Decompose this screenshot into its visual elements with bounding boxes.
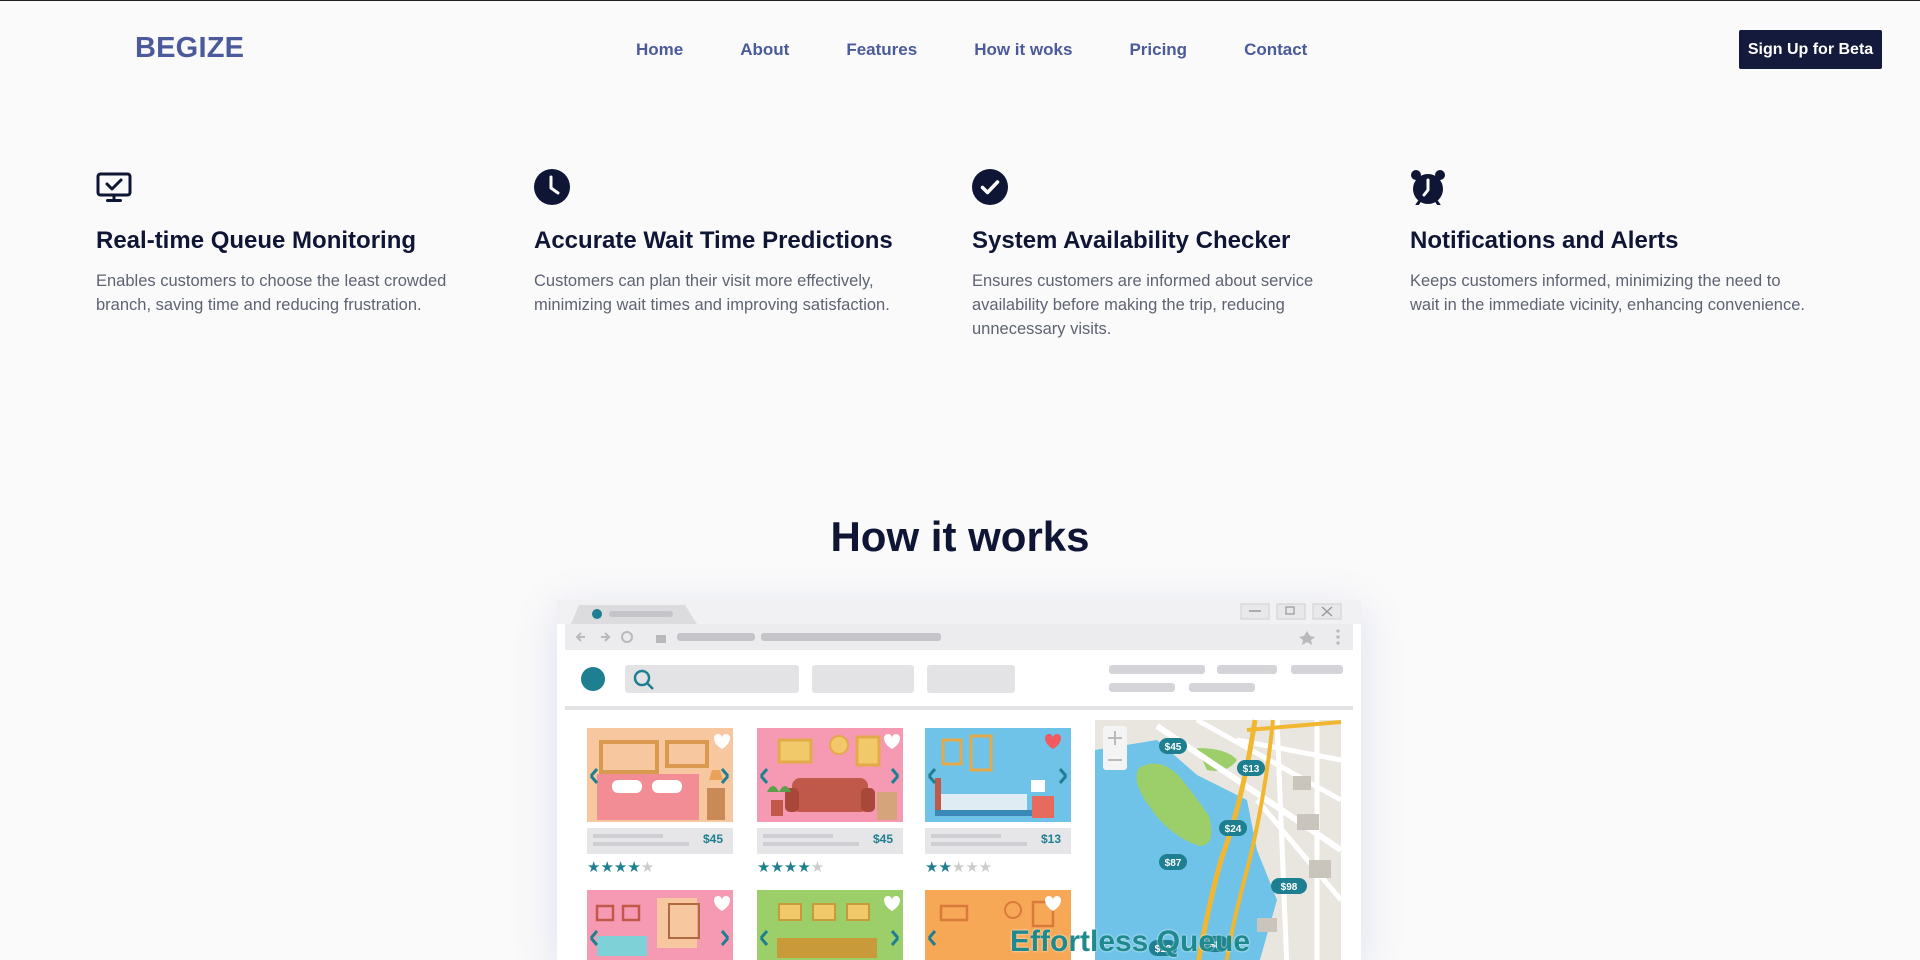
brand-logo[interactable]: BEGIZE xyxy=(135,32,244,65)
monitor-check-icon xyxy=(96,172,132,202)
feature-card-queue-monitoring: Real-time Queue Monitoring Enables custo… xyxy=(96,169,496,317)
app-preview-illustration: $45 ★★★★★ $45 ★★★★★ $13 ★★★★★ $45 $13 $2… xyxy=(557,600,1361,960)
nav-link-features[interactable]: Features xyxy=(846,40,917,60)
svg-text:$87: $87 xyxy=(1165,858,1182,869)
svg-text:★★★★★: ★★★★★ xyxy=(925,858,992,876)
clock-icon xyxy=(534,169,570,205)
svg-text:$45: $45 xyxy=(873,832,893,846)
nav-link-how-it-works[interactable]: How it woks xyxy=(974,40,1072,60)
svg-text:★★★★★: ★★★★★ xyxy=(587,858,654,876)
feature-title: Accurate Wait Time Predictions xyxy=(534,227,893,254)
feature-card-wait-time: Accurate Wait Time Predictions Customers… xyxy=(534,169,934,317)
check-circle-icon xyxy=(972,169,1008,205)
svg-text:$13: $13 xyxy=(1243,764,1260,775)
svg-text:$45: $45 xyxy=(1165,742,1182,753)
svg-text:$24: $24 xyxy=(1225,824,1242,835)
svg-text:$13: $13 xyxy=(1041,832,1061,846)
svg-text:★★★★★: ★★★★★ xyxy=(757,858,824,876)
feature-desc: Customers can plan their visit more effe… xyxy=(534,272,890,314)
top-nav: BEGIZE Home About Features How it woks P… xyxy=(0,1,1920,99)
feature-desc: Ensures customers are informed about ser… xyxy=(972,272,1314,338)
how-it-works-overlay-caption: Effortless Queue xyxy=(1010,925,1251,958)
browser-mockup-illustration: $45 ★★★★★ $45 ★★★★★ $13 ★★★★★ $45 $13 $2… xyxy=(557,600,1361,960)
svg-text:$98: $98 xyxy=(1281,882,1298,893)
how-it-works-heading: How it works xyxy=(830,513,1090,560)
features-section: Real-time Queue Monitoring Enables custo… xyxy=(96,169,1856,349)
feature-card-notifications: Notifications and Alerts Keeps customers… xyxy=(1410,169,1810,317)
feature-title: Real-time Queue Monitoring xyxy=(96,227,417,254)
feature-desc: Enables customers to choose the least cr… xyxy=(96,272,447,314)
feature-card-availability: System Availability Checker Ensures cust… xyxy=(972,169,1372,341)
alarm-clock-icon xyxy=(1411,170,1445,205)
main-menu: Home About Features How it woks Pricing … xyxy=(636,40,1307,60)
feature-desc: Keeps customers informed, minimizing the… xyxy=(1410,272,1805,314)
sign-up-beta-button[interactable]: Sign Up for Beta xyxy=(1739,30,1882,69)
feature-title: System Availability Checker xyxy=(972,227,1291,254)
nav-link-home[interactable]: Home xyxy=(636,40,683,60)
nav-link-about[interactable]: About xyxy=(740,40,789,60)
svg-text:$45: $45 xyxy=(703,832,723,846)
nav-link-contact[interactable]: Contact xyxy=(1244,40,1307,60)
nav-link-pricing[interactable]: Pricing xyxy=(1129,40,1187,60)
feature-title: Notifications and Alerts xyxy=(1410,227,1679,254)
